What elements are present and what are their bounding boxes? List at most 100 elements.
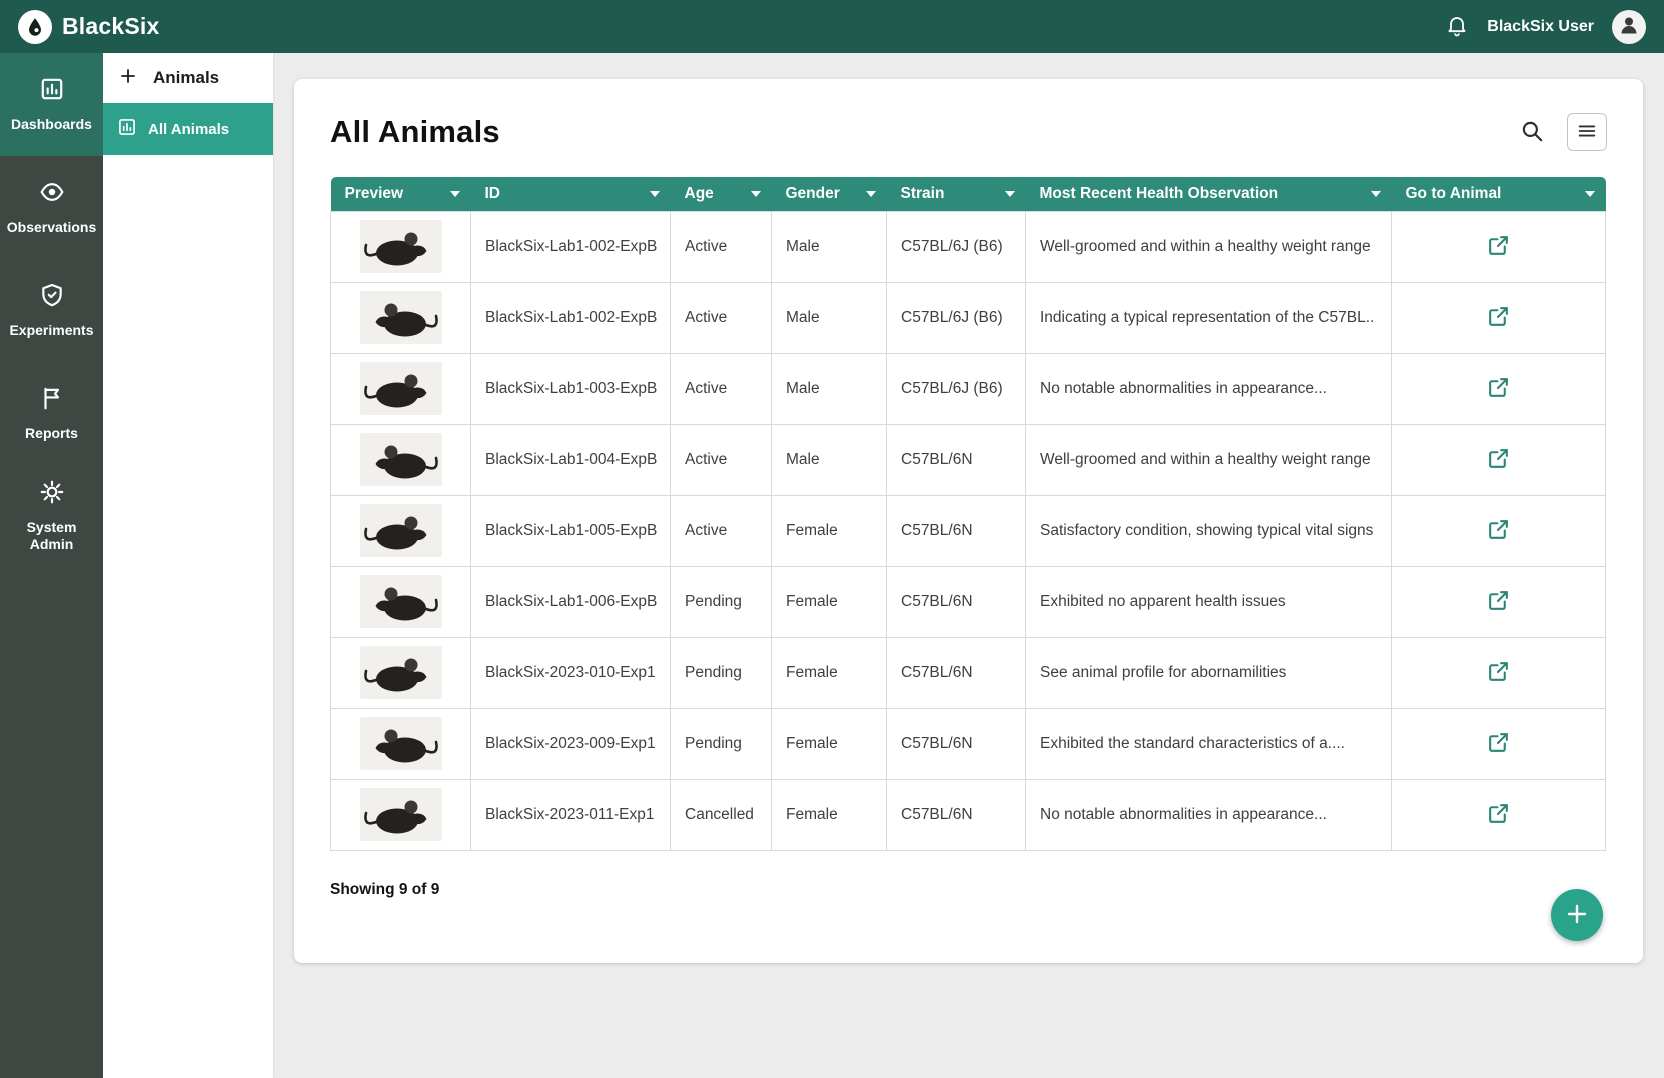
sidebar-item-experiments[interactable]: Experiments — [0, 259, 103, 362]
mouse-silhouette-icon — [360, 220, 442, 273]
animal-id: BlackSix-2023-010-Exp1 — [471, 637, 671, 708]
animal-strain: C57BL/6J (B6) — [887, 211, 1026, 282]
sidebar-item-reports[interactable]: Reports — [0, 362, 103, 465]
subnav-item-all-animals[interactable]: All Animals — [103, 103, 273, 155]
brand[interactable]: BlackSix — [18, 10, 160, 44]
open-in-new-icon — [1486, 233, 1511, 261]
open-in-new-icon — [1486, 730, 1511, 758]
account-button[interactable] — [1612, 10, 1646, 44]
animal-gender: Male — [772, 424, 887, 495]
add-animal-button[interactable] — [1551, 889, 1603, 941]
health-observation: No notable abnormalities in appearance..… — [1026, 353, 1392, 424]
column-header-preview[interactable]: Preview — [331, 177, 471, 211]
open-in-new-icon — [1486, 588, 1511, 616]
open-animal-button[interactable] — [1486, 517, 1511, 545]
open-in-new-icon — [1486, 375, 1511, 403]
sidebar-item-dashboards[interactable]: Dashboards — [0, 53, 103, 156]
sidebar-item-label: Observations — [7, 219, 96, 237]
page-title: All Animals — [330, 114, 500, 150]
sidebar-item-observations[interactable]: Observations — [0, 156, 103, 259]
chevron-down-icon — [1585, 191, 1595, 197]
health-observation: Exhibited no apparent health issues — [1026, 566, 1392, 637]
preview-cell — [331, 353, 471, 424]
chevron-down-icon — [1005, 191, 1015, 197]
animals-table-wrap: Preview ID Age Gender Strain Most Recent… — [330, 177, 1607, 851]
open-animal-button[interactable] — [1486, 304, 1511, 332]
animal-age: Cancelled — [671, 779, 772, 850]
open-animal-button[interactable] — [1486, 730, 1511, 758]
sidebar-item-label: Experiments — [9, 322, 93, 340]
open-animal-button[interactable] — [1486, 233, 1511, 261]
animal-id: BlackSix-Lab1-004-ExpB — [471, 424, 671, 495]
column-header-strain[interactable]: Strain — [887, 177, 1026, 211]
open-animal-button[interactable] — [1486, 446, 1511, 474]
droplet-icon — [24, 16, 46, 38]
column-header-go-to-animal[interactable]: Go to Animal — [1392, 177, 1606, 211]
preview-cell — [331, 495, 471, 566]
table-row: BlackSix-Lab1-002-ExpB Active Male C57BL… — [331, 282, 1606, 353]
topbar-right: BlackSix User — [1445, 10, 1646, 44]
table-menu-button[interactable] — [1567, 113, 1607, 151]
sidebar-item-system-admin[interactable]: System Admin — [0, 465, 103, 568]
mouse-silhouette-icon — [360, 575, 442, 628]
open-in-new-icon — [1486, 446, 1511, 474]
subnav-item-label: All Animals — [148, 121, 229, 138]
mouse-silhouette-icon — [360, 788, 442, 841]
animal-age: Active — [671, 211, 772, 282]
animals-table: Preview ID Age Gender Strain Most Recent… — [330, 177, 1606, 851]
animal-gender: Female — [772, 708, 887, 779]
mouse-photo — [360, 291, 442, 344]
open-in-new-icon — [1486, 517, 1511, 545]
animal-strain: C57BL/6N — [887, 637, 1026, 708]
health-observation: Satisfactory condition, showing typical … — [1026, 495, 1392, 566]
preview-cell — [331, 424, 471, 495]
mouse-silhouette-icon — [360, 291, 442, 344]
column-header-gender[interactable]: Gender — [772, 177, 887, 211]
column-header-observation[interactable]: Most Recent Health Observation — [1026, 177, 1392, 211]
health-observation: Exhibited the standard characteristics o… — [1026, 708, 1392, 779]
mouse-photo — [360, 788, 442, 841]
animal-id: BlackSix-Lab1-002-ExpB — [471, 282, 671, 353]
animal-id: BlackSix-Lab1-002-ExpB — [471, 211, 671, 282]
animal-id: BlackSix-Lab1-003-ExpB — [471, 353, 671, 424]
open-animal-button[interactable] — [1486, 375, 1511, 403]
search-icon — [1519, 118, 1545, 147]
mouse-silhouette-icon — [360, 504, 442, 557]
animal-age: Pending — [671, 708, 772, 779]
bar-chart-icon — [117, 117, 137, 141]
mouse-silhouette-icon — [360, 717, 442, 770]
table-row: BlackSix-Lab1-003-ExpB Active Male C57BL… — [331, 353, 1606, 424]
health-observation: Indicating a typical representation of t… — [1026, 282, 1392, 353]
mouse-photo — [360, 220, 442, 273]
health-observation: Well-groomed and within a healthy weight… — [1026, 424, 1392, 495]
health-observation: No notable abnormalities in appearance..… — [1026, 779, 1392, 850]
row-count: Showing 9 of 9 — [330, 881, 1607, 899]
animal-age: Active — [671, 495, 772, 566]
column-header-id[interactable]: ID — [471, 177, 671, 211]
table-row: BlackSix-Lab1-006-ExpB Pending Female C5… — [331, 566, 1606, 637]
search-button[interactable] — [1513, 113, 1551, 151]
open-in-new-icon — [1486, 659, 1511, 687]
column-header-age[interactable]: Age — [671, 177, 772, 211]
secondary-sidebar: Animals All Animals — [103, 53, 273, 1078]
open-animal-button[interactable] — [1486, 659, 1511, 687]
animals-section-header[interactable]: Animals — [103, 53, 273, 103]
animal-gender: Male — [772, 353, 887, 424]
user-name: BlackSix User — [1487, 18, 1594, 36]
primary-sidebar: Dashboards Observations Experiments Repo… — [0, 53, 103, 1078]
notifications-button[interactable] — [1445, 13, 1469, 40]
table-row: BlackSix-2023-009-Exp1 Pending Female C5… — [331, 708, 1606, 779]
eye-icon — [39, 179, 65, 210]
topbar: BlackSix BlackSix User — [0, 0, 1664, 53]
open-animal-button[interactable] — [1486, 588, 1511, 616]
sidebar-item-label: System Admin — [6, 519, 97, 554]
go-to-animal-cell — [1392, 424, 1606, 495]
animal-strain: C57BL/6J (B6) — [887, 282, 1026, 353]
animal-strain: C57BL/6N — [887, 495, 1026, 566]
animal-strain: C57BL/6N — [887, 779, 1026, 850]
go-to-animal-cell — [1392, 566, 1606, 637]
open-animal-button[interactable] — [1486, 801, 1511, 829]
animal-gender: Female — [772, 779, 887, 850]
animal-age: Pending — [671, 566, 772, 637]
flag-icon — [39, 385, 65, 416]
